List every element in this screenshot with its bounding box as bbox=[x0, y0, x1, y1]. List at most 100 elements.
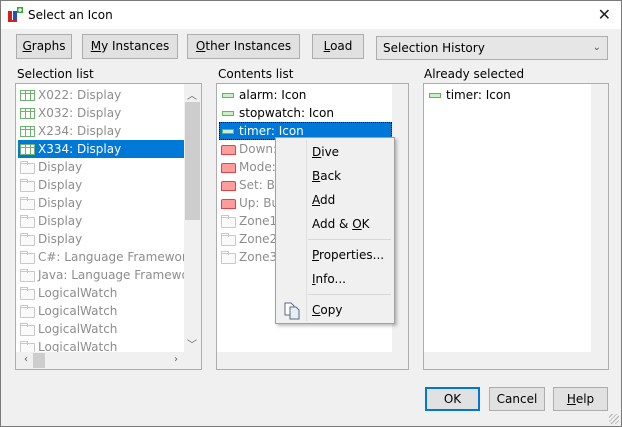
folder-icon bbox=[221, 233, 236, 246]
graphs-button[interactable]: Graphs bbox=[16, 34, 72, 59]
selection-list-item[interactable]: X022: Display bbox=[18, 86, 184, 104]
selection-list-item-text: X032: Display bbox=[38, 106, 122, 120]
other-instances-button[interactable]: Other Instances bbox=[187, 34, 300, 59]
selection-list[interactable]: X022: Display X032: Display X234: Display X… bbox=[15, 83, 202, 370]
scroll-left-icon[interactable]: ‹ bbox=[18, 354, 34, 365]
select-icon-dialog: Select an Icon ✕ Graphs My Instances Oth… bbox=[0, 0, 622, 427]
resize-grip[interactable] bbox=[609, 414, 619, 424]
dash-icon bbox=[222, 93, 234, 98]
folder-icon bbox=[20, 287, 35, 300]
contents-list-item-text: alarm: Icon bbox=[239, 88, 307, 102]
already-selected-item-text: timer: Icon bbox=[446, 88, 511, 102]
vertical-scrollbar[interactable]: ︿ ﹀ bbox=[184, 84, 201, 352]
selection-list-item[interactable]: Display bbox=[18, 230, 184, 248]
context-menu: Dive Back Add Add & OK Properties... Inf… bbox=[275, 137, 395, 324]
button-icon bbox=[221, 181, 236, 191]
menu-separator bbox=[308, 239, 391, 240]
selection-list-item-text: LogicalWatch bbox=[38, 322, 118, 336]
selection-list-item[interactable]: LogicalWatch bbox=[18, 320, 184, 338]
close-icon[interactable]: ✕ bbox=[598, 5, 611, 24]
folder-icon bbox=[20, 179, 35, 192]
selection-history-value: Selection History bbox=[383, 41, 485, 55]
dash-icon bbox=[222, 129, 234, 134]
selection-list-item-text: LogicalWatch bbox=[38, 304, 118, 318]
selection-list-item-text: C#: Language Framework bbox=[38, 250, 194, 264]
display-icon bbox=[20, 108, 35, 119]
folder-icon bbox=[20, 305, 35, 318]
selection-list-item[interactable]: Display bbox=[18, 194, 184, 212]
selection-list-item-text: Java: Language Framework bbox=[38, 268, 201, 282]
menu-item-back[interactable]: Back bbox=[312, 166, 341, 186]
menu-gutter bbox=[306, 140, 307, 321]
folder-icon bbox=[20, 197, 35, 210]
display-icon bbox=[20, 90, 35, 101]
contents-list-item-text: Up: Bu bbox=[239, 196, 280, 210]
contents-list-item-text: stopwatch: Icon bbox=[239, 106, 334, 120]
scrollbar-thumb[interactable] bbox=[185, 102, 200, 220]
contents-list-item[interactable]: alarm: Icon bbox=[219, 86, 392, 104]
selection-list-item[interactable]: X334: Display bbox=[18, 140, 184, 158]
app-icon bbox=[8, 7, 23, 22]
load-button[interactable]: Load bbox=[312, 34, 364, 59]
folder-icon bbox=[20, 323, 35, 336]
selection-list-item-text: LogicalWatch bbox=[38, 286, 118, 300]
menu-item-info[interactable]: Info... bbox=[312, 269, 346, 289]
help-button[interactable]: Help bbox=[553, 387, 608, 411]
scroll-right-icon[interactable]: › bbox=[168, 354, 184, 365]
contents-list-item-text: Mode: bbox=[239, 160, 276, 174]
menu-item-add-ok[interactable]: Add & OK bbox=[312, 214, 370, 234]
display-icon bbox=[20, 144, 35, 155]
selection-list-item[interactable]: X234: Display bbox=[18, 122, 184, 140]
contents-list-item-text: Down: bbox=[239, 142, 278, 156]
selection-list-item[interactable]: Display bbox=[18, 176, 184, 194]
selection-list-item[interactable]: LogicalWatch bbox=[18, 284, 184, 302]
selection-list-item[interactable]: Display bbox=[18, 158, 184, 176]
scroll-down-icon[interactable]: ﹀ bbox=[184, 336, 200, 351]
hscrollbar-thumb[interactable] bbox=[33, 353, 45, 368]
horizontal-scrollbar[interactable]: ‹ › bbox=[16, 352, 201, 369]
button-icon bbox=[221, 163, 236, 173]
selection-list-item-text: X234: Display bbox=[38, 124, 122, 138]
folder-icon bbox=[20, 161, 35, 174]
selection-list-item[interactable]: LogicalWatch bbox=[18, 302, 184, 320]
cancel-button[interactable]: Cancel bbox=[489, 387, 545, 411]
display-icon bbox=[20, 126, 35, 137]
dash-icon bbox=[429, 93, 441, 98]
chevron-down-icon: ⌄ bbox=[592, 42, 601, 53]
selection-history-dropdown[interactable]: Selection History ⌄ bbox=[376, 36, 608, 60]
menu-item-properties[interactable]: Properties... bbox=[312, 245, 384, 265]
selection-list-item[interactable]: X032: Display bbox=[18, 104, 184, 122]
selection-list-item[interactable]: C#: Language Framework bbox=[18, 248, 194, 266]
already-selected-label: Already selected bbox=[424, 67, 525, 81]
selection-list-label: Selection list bbox=[17, 67, 94, 81]
folder-icon bbox=[221, 251, 236, 264]
folder-icon bbox=[20, 233, 35, 246]
contents-list-item[interactable]: stopwatch: Icon bbox=[219, 104, 392, 122]
selection-list-item-text: X334: Display bbox=[38, 142, 122, 156]
folder-icon bbox=[20, 251, 35, 264]
selection-list-item-text: Display bbox=[38, 160, 83, 174]
my-instances-button[interactable]: My Instances bbox=[82, 34, 178, 59]
title-bar: Select an Icon ✕ bbox=[1, 1, 621, 29]
folder-icon bbox=[20, 269, 35, 282]
button-icon bbox=[221, 145, 236, 155]
menu-item-copy[interactable]: Copy bbox=[312, 300, 342, 320]
scroll-up-icon[interactable]: ︿ bbox=[184, 87, 200, 102]
selection-list-item-text: Display bbox=[38, 214, 83, 228]
selection-list-item-text: Display bbox=[38, 178, 83, 192]
selection-list-item-text: X022: Display bbox=[38, 88, 122, 102]
selection-list-item[interactable]: Java: Language Framework bbox=[18, 266, 201, 284]
ok-button[interactable]: OK bbox=[425, 387, 480, 411]
selection-list-item-text: Display bbox=[38, 196, 83, 210]
selection-list-item-text: Display bbox=[38, 232, 83, 246]
folder-icon bbox=[20, 215, 35, 228]
selection-list-item[interactable]: Display bbox=[18, 212, 184, 230]
menu-item-add[interactable]: Add bbox=[312, 190, 335, 210]
folder-icon bbox=[221, 215, 236, 228]
menu-item-dive[interactable]: Dive bbox=[312, 142, 339, 162]
menu-separator bbox=[308, 294, 391, 295]
already-selected-list[interactable]: timer: Icon bbox=[423, 83, 609, 370]
copy-icon bbox=[284, 302, 300, 320]
already-selected-item[interactable]: timer: Icon bbox=[426, 86, 591, 104]
contents-list-item-text: timer: Icon bbox=[239, 124, 304, 138]
